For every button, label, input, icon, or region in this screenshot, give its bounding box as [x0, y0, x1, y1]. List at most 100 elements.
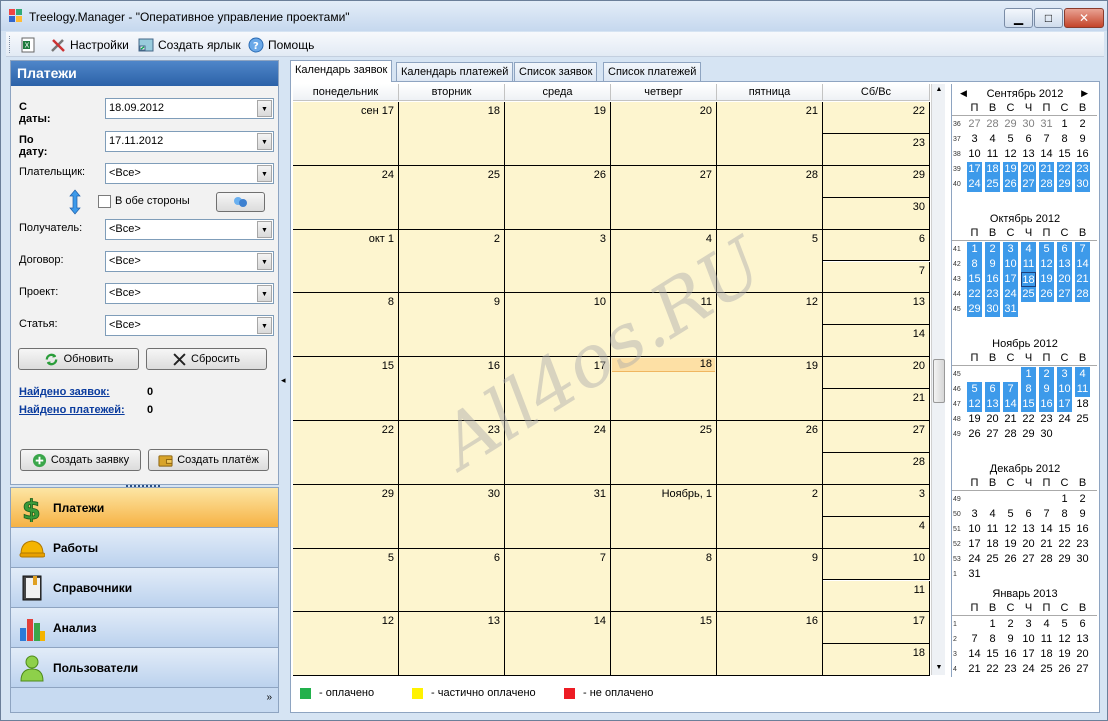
mini-day[interactable]: 5 — [1039, 242, 1054, 257]
weekend-cell[interactable]: 23 — [823, 133, 930, 166]
mini-day[interactable]: 28 — [1003, 427, 1018, 442]
mini-day[interactable]: 23 — [1075, 162, 1090, 177]
mini-day[interactable]: 9 — [1039, 382, 1054, 397]
mini-day[interactable]: 16 — [1075, 147, 1090, 162]
mini-day[interactable]: 5 — [967, 382, 982, 397]
day-cell[interactable]: 10 — [505, 293, 611, 358]
mini-day[interactable]: 16 — [1039, 397, 1054, 412]
mini-day[interactable]: 12 — [1057, 632, 1072, 647]
nav-item-works[interactable]: Работы — [11, 528, 278, 568]
mini-day[interactable]: 6 — [1057, 242, 1072, 257]
mini-day[interactable]: 28 — [985, 117, 1000, 132]
day-cell[interactable]: 30 — [399, 484, 505, 549]
splitter[interactable]: ◂ — [280, 60, 288, 713]
article-select[interactable]: <Все> ▼ — [105, 315, 274, 336]
mini-day[interactable]: 22 — [967, 287, 982, 302]
day-cell[interactable]: 26 — [717, 421, 823, 485]
day-cell[interactable]: 2 — [399, 229, 505, 294]
day-cell[interactable]: 7 — [505, 548, 611, 613]
day-cell[interactable]: 4 — [611, 229, 717, 294]
mini-day[interactable]: 19 — [967, 412, 982, 427]
scroll-down-icon[interactable]: ▼ — [932, 664, 946, 671]
mini-day[interactable]: 21 — [1039, 537, 1054, 552]
mini-day[interactable]: 17 — [1057, 397, 1072, 412]
mini-day[interactable]: 14 — [1003, 397, 1018, 412]
mini-day[interactable]: 7 — [1039, 507, 1054, 522]
contract-select[interactable]: <Все> ▼ — [105, 251, 274, 272]
mini-day[interactable]: 24 — [967, 552, 982, 567]
mini-day[interactable]: 20 — [1057, 272, 1072, 287]
scroll-thumb[interactable] — [933, 359, 945, 403]
mini-day[interactable]: 15 — [1021, 397, 1036, 412]
mini-day[interactable]: 29 — [1021, 427, 1036, 442]
mini-day[interactable]: 24 — [1003, 287, 1018, 302]
mini-day[interactable]: 29 — [1057, 177, 1072, 192]
day-cell[interactable]: 3 — [505, 229, 611, 294]
mini-day[interactable]: 24 — [1021, 662, 1036, 677]
mini-day[interactable]: 26 — [1057, 662, 1072, 677]
mini-day[interactable]: 7 — [1003, 382, 1018, 397]
weekend-cell[interactable]: 20 — [823, 357, 930, 390]
mini-day[interactable]: 28 — [1039, 552, 1054, 567]
refresh-button[interactable]: Обновить — [18, 348, 139, 370]
mini-day[interactable]: 1 — [1057, 492, 1072, 507]
day-cell[interactable]: 11 — [611, 293, 717, 358]
mini-day[interactable]: 23 — [1039, 412, 1054, 427]
mini-day[interactable]: 11 — [985, 522, 1000, 537]
mini-day[interactable]: 29 — [967, 302, 982, 317]
weekend-cell[interactable]: 21 — [823, 389, 930, 421]
mini-day[interactable]: 29 — [1057, 552, 1072, 567]
mini-day[interactable]: 10 — [967, 147, 982, 162]
mini-day[interactable]: 1 — [985, 617, 1000, 632]
mini-day[interactable]: 21 — [1075, 272, 1090, 287]
mini-day[interactable]: 14 — [1039, 522, 1054, 537]
mini-day[interactable]: 6 — [1021, 132, 1036, 147]
mini-day[interactable]: 12 — [1039, 257, 1054, 272]
mini-day[interactable]: 11 — [1039, 632, 1054, 647]
mini-day[interactable]: 8 — [1057, 507, 1072, 522]
mini-day[interactable]: 24 — [967, 177, 982, 192]
day-cell[interactable]: 5 — [293, 548, 399, 613]
day-cell[interactable]: 5 — [717, 229, 823, 294]
scroll-up-icon[interactable]: ▲ — [932, 86, 946, 93]
mini-day[interactable]: 8 — [1021, 382, 1036, 397]
mini-day[interactable]: 1 — [967, 242, 982, 257]
chevron-down-icon[interactable]: ▼ — [257, 317, 272, 334]
day-cell[interactable]: 13 — [399, 612, 505, 677]
mini-day[interactable]: 25 — [985, 177, 1000, 192]
day-cell[interactable]: сен 17 — [293, 102, 399, 166]
mini-day[interactable]: 5 — [1057, 617, 1072, 632]
day-cell[interactable]: 23 — [399, 421, 505, 485]
chevron-down-icon[interactable]: ▼ — [257, 133, 272, 150]
mini-day[interactable]: 24 — [1057, 412, 1072, 427]
mini-day[interactable]: 15 — [1057, 147, 1072, 162]
day-cell[interactable]: 24 — [293, 165, 399, 230]
mini-day[interactable]: 23 — [1003, 662, 1018, 677]
day-cell[interactable]: 14 — [505, 612, 611, 677]
mini-day[interactable]: 14 — [1075, 257, 1090, 272]
mini-day[interactable]: 9 — [1003, 632, 1018, 647]
chevron-down-icon[interactable]: ▼ — [257, 100, 272, 117]
mini-day[interactable]: 18 — [1039, 647, 1054, 662]
project-select[interactable]: <Все> ▼ — [105, 283, 274, 304]
mini-day[interactable]: 1 — [1021, 367, 1036, 382]
mini-day[interactable]: 4 — [985, 132, 1000, 147]
nav-item-users[interactable]: Пользователи — [11, 648, 278, 688]
day-cell[interactable]: 26 — [505, 165, 611, 230]
settings-button[interactable]: Настройки — [50, 36, 129, 54]
mini-day[interactable]: 31 — [1003, 302, 1018, 317]
day-cell[interactable]: 19 — [717, 357, 823, 421]
calendar-scrollbar[interactable]: ▲ ▼ — [931, 84, 945, 675]
day-cell[interactable]: 29 — [293, 484, 399, 549]
create-request-button[interactable]: Создать заявку — [20, 449, 141, 471]
weekend-cell[interactable]: 29 — [823, 165, 930, 198]
tab-payments-calendar[interactable]: Календарь платежей — [396, 62, 514, 81]
mini-day[interactable]: 27 — [985, 427, 1000, 442]
mini-day[interactable]: 9 — [985, 257, 1000, 272]
chevron-down-icon[interactable]: ▼ — [257, 165, 272, 182]
mini-day[interactable]: 13 — [1021, 522, 1036, 537]
mini-day[interactable]: 13 — [1075, 632, 1090, 647]
mini-day[interactable]: 19 — [1003, 537, 1018, 552]
mini-day[interactable]: 10 — [967, 522, 982, 537]
mini-day[interactable]: 20 — [1021, 537, 1036, 552]
